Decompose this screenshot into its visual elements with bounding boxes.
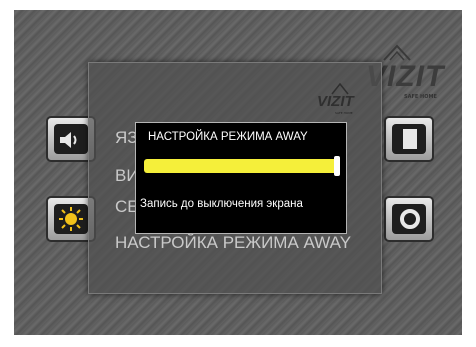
settings-tile[interactable] <box>384 196 434 242</box>
document-tile[interactable] <box>384 116 434 162</box>
panel-logo: VIZIT SAFE HOME <box>317 81 365 115</box>
panel-logo-text: VIZIT <box>317 93 354 110</box>
brightness-icon <box>59 207 83 231</box>
progress-fill <box>144 159 340 173</box>
menu-item-away-mode[interactable]: НАСТРОЙКА РЕЖИМА AWAY <box>115 233 351 253</box>
speaker-icon <box>60 132 77 148</box>
background-logo-tagline: SAFE HOME <box>404 94 437 100</box>
document-icon <box>403 129 417 149</box>
progress-bar[interactable] <box>144 156 340 176</box>
settings-gear-icon <box>400 209 420 229</box>
dialog-title: НАСТРОЙКА РЕЖИМА AWAY <box>148 131 308 143</box>
house-roof-icon <box>383 44 411 61</box>
progress-handle[interactable] <box>334 156 340 176</box>
dialog-status-text: Запись до выключения экрана <box>140 198 303 210</box>
away-mode-dialog: НАСТРОЙКА РЕЖИМА AWAY Запись до выключен… <box>135 122 347 234</box>
panel-logo-tagline: SAFE HOME <box>335 111 353 115</box>
